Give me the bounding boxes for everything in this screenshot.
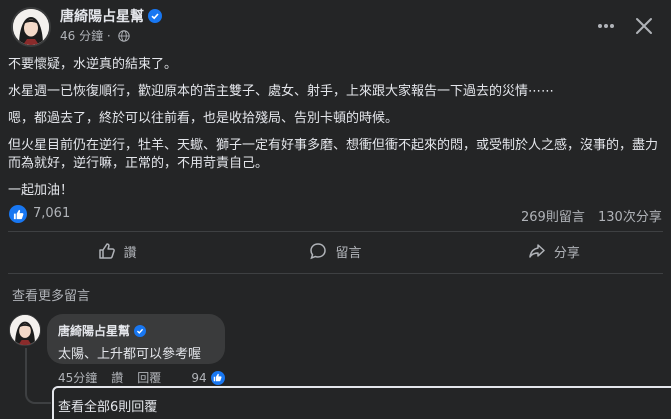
divider [8,273,663,274]
close-icon [636,18,652,34]
post-author-label[interactable]: 唐綺陽占星幫 [60,9,144,25]
reactions-summary: 7,061 269則留言 130次分享 [8,204,663,225]
post-paragraph: 一起加油！ [8,183,74,198]
author-avatar[interactable] [11,7,51,47]
like-button[interactable]: 讚 [8,232,226,270]
post-paragraph: 不要懷疑，水逆真的結束了。 [8,57,178,72]
reaction-count[interactable]: 7,061 [33,206,70,221]
comment-icon [310,243,327,260]
more-options-button[interactable] [592,12,620,40]
verified-badge-icon [134,325,147,340]
comment-likes[interactable]: 94 [191,369,226,386]
thumbs-up-icon [98,243,115,259]
comment-button[interactable]: 留言 [226,232,444,270]
comment-author-name[interactable]: 唐綺陽占星幫 [58,322,214,340]
comment-reply-button[interactable]: 回覆 [137,369,161,386]
close-button[interactable] [630,12,658,40]
post-paragraph: 但火星目前仍在逆行，牡羊、天蠍、獅子一定有好事多磨、想衝但衝不起來的悶，或受制於… [8,138,659,171]
comment-button-label: 留言 [335,245,362,261]
post-body: 不要懷疑，水逆真的結束了。 水星週一已恢復順行，歡迎原本的苦主雙子、處女、射手，… [8,56,663,209]
comment-like-count: 94 [191,370,207,385]
comment-bubble: 唐綺陽占星幫 太陽、上升都可以參考喔 [47,314,225,364]
like-reaction-icon[interactable] [9,205,27,223]
comment-time[interactable]: 45分鐘 [58,369,97,386]
globe-icon [117,30,130,45]
comment-like-button[interactable]: 讚 [111,369,123,386]
verified-badge-icon [148,9,162,27]
share-button-label: 分享 [553,245,580,261]
comment-meta: 45分鐘 讚 回覆 94 [58,369,226,386]
more-horizontal-icon [598,24,614,28]
post-author-name[interactable]: 唐綺陽占星幫 [60,6,162,27]
post-actions-bar: 讚 留言 分享 [8,232,663,270]
comment-text: 太陽、上升都可以參考喔 [58,347,202,362]
comment-author-label[interactable]: 唐綺陽占星幫 [58,324,130,338]
post-time[interactable]: 46 分鐘 [60,29,103,43]
share-count[interactable]: 130次分享 [598,206,662,225]
post-paragraph: 水星週一已恢復順行，歡迎原本的苦主雙子、處女、射手，上來跟大家報告一下過去的災情… [8,84,555,99]
like-button-label: 讚 [123,245,137,261]
reply-thread-line [25,348,51,404]
post-meta: 46 分鐘 · [60,27,130,45]
post-header: 唐綺陽占星幫 46 分鐘 · [0,0,671,52]
view-more-comments-link[interactable]: 查看更多留言 [12,285,90,304]
share-icon [529,244,545,258]
share-button[interactable]: 分享 [445,232,663,270]
post-paragraph: 嗯，都過去了，終於可以往前看，也是收拾殘局、告別卡頓的時候。 [8,111,399,126]
comment-count[interactable]: 269則留言 [521,206,585,225]
view-all-replies-link[interactable]: 查看全部6則回覆 [58,396,157,415]
comment-author-avatar[interactable] [9,314,41,346]
like-reaction-icon [209,369,226,386]
